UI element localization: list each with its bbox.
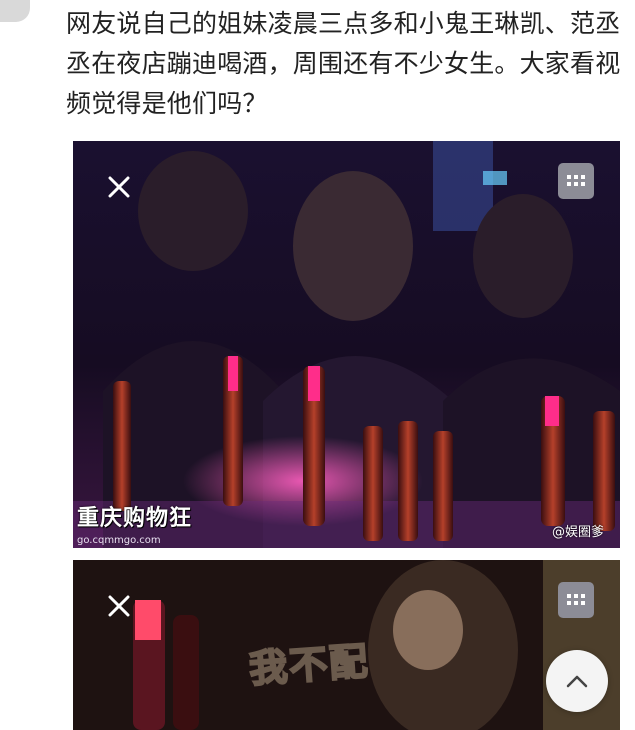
nightclub-photo: [73, 141, 620, 548]
media-image-1[interactable]: 重庆购物狂 go.cqmmgo.com @娱圈爹: [73, 141, 620, 548]
video-subtitle: 我不配: [247, 638, 372, 692]
close-button[interactable]: [101, 169, 137, 205]
source-url: go.cqmmgo.com: [77, 535, 161, 546]
chevron-up-icon: [566, 675, 588, 688]
media-image-2[interactable]: 我不配: [73, 560, 620, 730]
post-text: 网友说自己的姐妹凌晨三点多和小鬼王琳凯、范丞丞在夜店蹦迪喝酒，周围还有不少女生。…: [66, 9, 621, 118]
avatar[interactable]: [0, 0, 30, 22]
close-button[interactable]: [101, 588, 137, 624]
watermark: @娱圈爹: [551, 525, 604, 540]
close-icon: [108, 595, 130, 617]
close-icon: [108, 176, 130, 198]
scroll-to-top-button[interactable]: [546, 650, 608, 712]
source-logo: 重庆购物狂: [77, 506, 193, 531]
grid-icon: [567, 175, 585, 186]
grid-button[interactable]: [558, 163, 594, 199]
grid-icon: [567, 594, 585, 605]
grid-button[interactable]: [558, 582, 594, 618]
